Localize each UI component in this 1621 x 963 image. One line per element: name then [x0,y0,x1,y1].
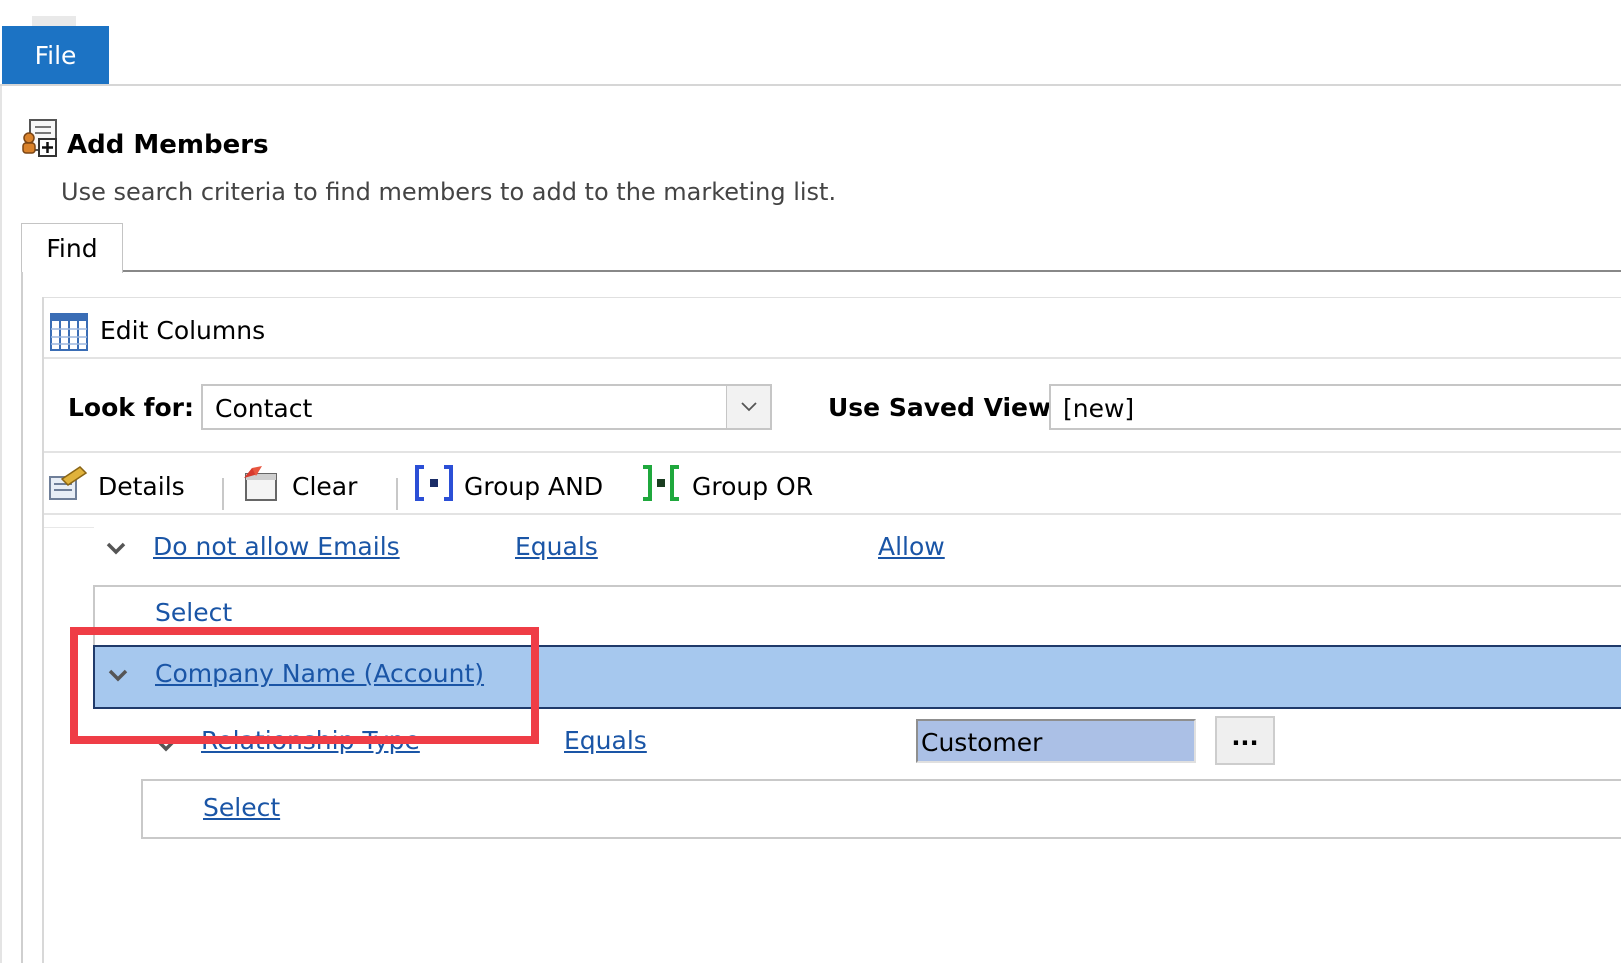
select-field-link[interactable]: Select [155,598,232,627]
tab-underline [122,270,1621,272]
customer-value-field[interactable]: Customer [916,719,1196,763]
saved-view-label: Use Saved View: [828,393,1062,422]
saved-view-select[interactable]: [new] [1049,384,1621,430]
group-and-label: Group AND [464,471,604,501]
saved-view-value: [new] [1063,394,1135,423]
tab-find[interactable]: Find [21,223,123,273]
ribbon: File [0,0,1621,86]
group-or-icon [640,464,682,508]
clear-button[interactable]: Clear [242,466,357,506]
add-members-icon [20,118,60,158]
divider [44,527,94,528]
details-icon [48,465,88,507]
columns-grid-icon[interactable] [50,313,88,351]
nested-select-link[interactable]: Select [203,793,280,822]
dialog-title: Add Members [67,130,269,160]
edit-columns-button[interactable]: Edit Columns [100,316,265,345]
look-for-select[interactable]: Contact [201,384,772,430]
panel-border [21,272,23,963]
highlight-box [70,627,539,744]
nested-select-row [141,779,1621,839]
criteria-field-link[interactable]: Do not allow Emails [153,532,400,561]
dialog-subtitle: Use search criteria to find members to a… [61,178,837,206]
file-tab[interactable]: File [2,26,109,84]
clear-icon [242,464,282,508]
look-for-label: Look for: [68,393,194,422]
edit-columns-bar [44,297,1621,359]
toolbar-separator [396,478,398,510]
toolbar-separator [222,478,224,510]
group-and-icon [414,464,454,508]
clear-label: Clear [292,471,358,501]
customer-value: Customer [921,728,1043,757]
criteria-value-link[interactable]: Allow [878,532,945,561]
group-and-button[interactable]: Group AND [414,464,604,508]
window-left-edge [0,86,2,963]
group-or-button[interactable]: Group OR [640,464,814,508]
details-label: Details [98,471,185,501]
chevron-down-icon[interactable] [726,386,770,428]
relationship-operator-link[interactable]: Equals [564,726,647,755]
lookup-button[interactable]: ... [1215,716,1275,765]
criteria-operator-link[interactable]: Equals [515,532,598,561]
chevron-down-icon[interactable] [105,537,127,559]
group-or-label: Group OR [692,471,814,501]
details-button[interactable]: Details [48,466,185,506]
ribbon-tab-stub [32,16,76,26]
look-for-value: Contact [215,394,313,423]
